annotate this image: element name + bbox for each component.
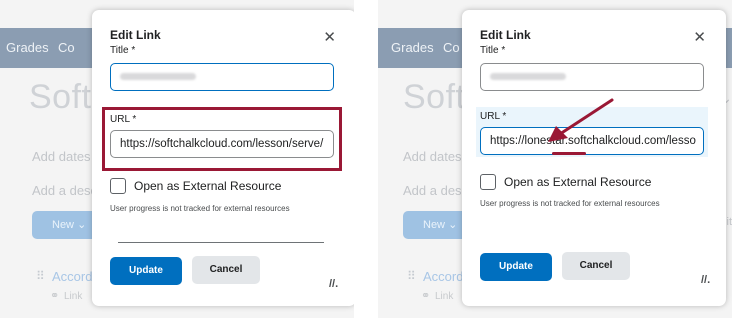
dialog-title: Edit Link	[110, 28, 161, 42]
cancel-button[interactable]: Cancel	[192, 256, 260, 284]
link-type-label: Link	[435, 291, 454, 302]
title-label: Title *	[110, 45, 135, 56]
blurred-title-value	[490, 73, 566, 81]
background-right-fragment: it	[726, 216, 732, 228]
add-dates-link[interactable]: Add dates	[403, 149, 462, 164]
nav-grades[interactable]: Grades	[6, 40, 49, 55]
subdomain-annotation-underline	[552, 152, 586, 155]
title-label-text: Title	[110, 45, 129, 56]
add-description-link[interactable]: Add a desc	[32, 183, 97, 198]
nav-course-fragment[interactable]: Co	[58, 40, 75, 55]
update-button[interactable]: Update	[110, 257, 182, 285]
add-description-link[interactable]: Add a desc	[403, 183, 468, 198]
accordion-item-title[interactable]: Accord	[52, 269, 92, 284]
help-text: User progress is not tracked for externa…	[110, 204, 290, 213]
link-icon: ⚭	[50, 290, 60, 302]
drag-handle-icon[interactable]: ⠿	[407, 269, 416, 283]
new-button-label: New	[52, 219, 75, 231]
accordion-item-title[interactable]: Accord	[423, 269, 463, 284]
drag-handle-icon[interactable]: ⠿	[36, 269, 45, 283]
dialog-title: Edit Link	[480, 28, 531, 42]
title-input[interactable]	[110, 63, 334, 91]
help-text: User progress is not tracked for externa…	[480, 199, 660, 208]
edit-link-dialog: Edit Link ✕ Title * URL * https://lonest…	[462, 10, 726, 306]
required-mark: *	[501, 45, 506, 56]
left-screenshot-panel: Grades Co oo SoftC ⌄ Add dates Add a des…	[0, 0, 354, 318]
annotation-arrow-icon	[548, 98, 614, 142]
nav-course-fragment[interactable]: Co	[443, 40, 460, 55]
required-mark: *	[502, 111, 507, 122]
title-label: Title *	[480, 45, 505, 56]
close-icon[interactable]: ✕	[323, 28, 336, 46]
title-input[interactable]	[480, 63, 704, 91]
new-button-label: New	[423, 219, 446, 231]
resize-handle-icon[interactable]: //.	[329, 278, 338, 290]
cancel-button[interactable]: Cancel	[562, 252, 630, 280]
add-dates-link[interactable]: Add dates	[32, 149, 91, 164]
divider	[118, 242, 324, 243]
external-resource-checkbox[interactable]	[480, 174, 496, 190]
url-prefix: https://	[490, 135, 525, 147]
link-icon: ⚭	[421, 290, 431, 302]
link-type-label: Link	[64, 291, 83, 302]
nav-grades[interactable]: Grades	[391, 40, 434, 55]
update-button[interactable]: Update	[480, 253, 552, 281]
resize-handle-icon[interactable]: //.	[701, 274, 710, 286]
blurred-title-value	[120, 73, 196, 81]
external-resource-label[interactable]: Open as External Resource	[504, 175, 651, 189]
title-label-text: Title	[480, 45, 499, 56]
url-annotation-box	[102, 107, 342, 171]
external-resource-label[interactable]: Open as External Resource	[134, 179, 281, 193]
url-label: URL *	[480, 111, 506, 122]
url-label-text: URL	[480, 111, 500, 122]
required-mark: *	[131, 45, 136, 56]
right-screenshot-panel: Grades Co SoftC ⌄ Add dates Add a desc N…	[378, 0, 732, 318]
close-icon[interactable]: ✕	[693, 28, 706, 46]
external-resource-checkbox[interactable]	[110, 178, 126, 194]
